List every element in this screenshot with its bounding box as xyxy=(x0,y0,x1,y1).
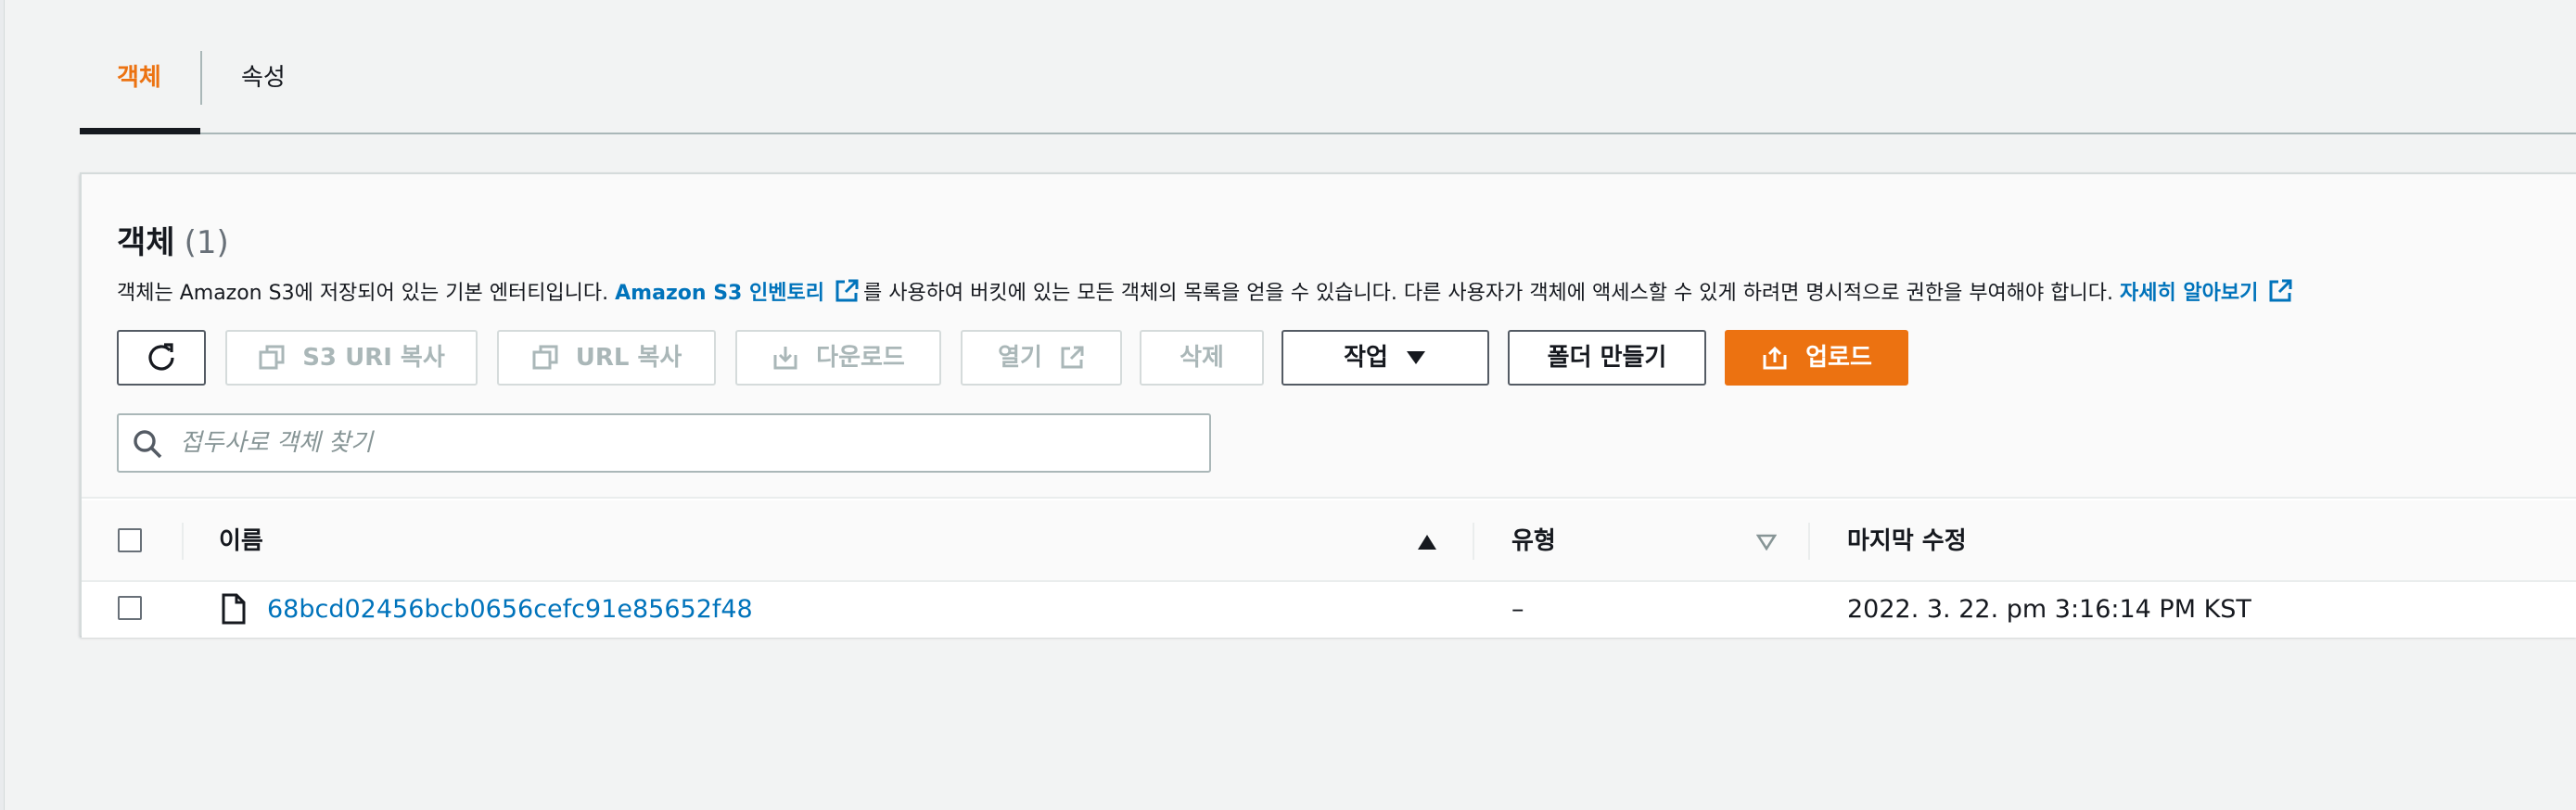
caret-down-icon xyxy=(1406,351,1425,364)
objects-heading: 객체 (1) xyxy=(117,217,229,262)
tab-properties[interactable]: 속성 xyxy=(241,57,286,98)
search-icon xyxy=(134,430,162,459)
column-divider xyxy=(1808,523,1810,560)
external-link-icon xyxy=(2269,279,2292,302)
column-header-name[interactable]: 이름 xyxy=(219,523,263,560)
objects-table-header: 이름 유형 마지막 수정 xyxy=(82,500,2576,582)
actions-label: 작업 xyxy=(1344,344,1388,372)
s3-bucket-page: 객체 속성 객체 (1) 객체는 Amazon S3에 저장되어 있는 기본 엔터… xyxy=(0,0,2576,810)
column-header-last-modified[interactable]: 마지막 수정 xyxy=(1847,523,1967,560)
open-button[interactable]: 열기 xyxy=(961,330,1122,386)
column-header-type[interactable]: 유형 xyxy=(1511,523,1556,560)
refresh-button[interactable] xyxy=(117,330,206,386)
left-panel-edge xyxy=(0,0,5,810)
actions-dropdown-button[interactable]: 작업 xyxy=(1282,330,1489,386)
delete-label: 삭제 xyxy=(1180,344,1224,372)
active-tab-indicator xyxy=(80,128,200,134)
column-divider xyxy=(1473,523,1474,560)
sort-icon[interactable] xyxy=(1756,534,1777,551)
upload-label: 업로드 xyxy=(1805,344,1872,372)
create-folder-button[interactable]: 폴더 만들기 xyxy=(1508,330,1706,386)
copy-s3-uri-label: S3 URI 복사 xyxy=(302,344,445,372)
external-link-icon xyxy=(835,279,859,302)
objects-panel-header: 객체 (1) 객체는 Amazon S3에 저장되어 있는 기본 엔터티입니다. … xyxy=(82,174,2576,499)
row-checkbox[interactable] xyxy=(118,596,142,620)
copy-s3-uri-button[interactable]: S3 URI 복사 xyxy=(225,330,478,386)
object-type: – xyxy=(1511,595,1524,624)
sort-ascending-icon[interactable] xyxy=(1417,534,1437,551)
upload-icon xyxy=(1763,346,1787,370)
inventory-link[interactable]: Amazon S3 인벤토리 xyxy=(615,279,863,305)
objects-description: 객체는 Amazon S3에 저장되어 있는 기본 엔터티입니다. Amazon… xyxy=(117,278,2297,308)
object-last-modified: 2022. 3. 22. pm 3:16:14 PM KST xyxy=(1847,595,2251,624)
open-label: 열기 xyxy=(998,344,1042,372)
column-divider xyxy=(182,523,184,560)
copy-icon xyxy=(532,345,558,370)
download-label: 다운로드 xyxy=(816,344,905,372)
inventory-link-label: Amazon S3 인벤토리 xyxy=(615,282,824,305)
refresh-icon xyxy=(148,343,174,371)
copy-url-button[interactable]: URL 복사 xyxy=(497,330,716,386)
learn-more-label: 자세히 알아보기 xyxy=(2119,282,2259,305)
file-icon xyxy=(222,593,246,625)
object-name-link[interactable]: 68bcd02456bcb0656cefc91e85652f48 xyxy=(267,593,753,626)
download-button[interactable]: 다운로드 xyxy=(735,330,941,386)
object-search-box xyxy=(117,413,1211,473)
copy-url-label: URL 복사 xyxy=(575,344,682,372)
tab-objects[interactable]: 객체 xyxy=(117,57,161,98)
create-folder-label: 폴더 만들기 xyxy=(1547,344,1667,372)
description-text-2: 를 사용하여 버킷에 있는 모든 객체의 목록을 얻을 수 있습니다. 다른 사… xyxy=(862,282,2120,305)
tab-bar-baseline xyxy=(80,133,2576,134)
tab-divider xyxy=(200,51,202,105)
objects-heading-title: 객체 xyxy=(117,224,175,261)
tab-bar: 객체 속성 xyxy=(80,0,2576,135)
select-all-checkbox[interactable] xyxy=(118,528,142,552)
objects-panel: 객체 (1) 객체는 Amazon S3에 저장되어 있는 기본 엔터티입니다. … xyxy=(80,172,2576,638)
upload-button[interactable]: 업로드 xyxy=(1725,330,1908,386)
download-icon xyxy=(773,347,797,370)
learn-more-link[interactable]: 자세히 알아보기 xyxy=(2119,279,2297,305)
copy-icon xyxy=(259,345,285,370)
description-text-1: 객체는 Amazon S3에 저장되어 있는 기본 엔터티입니다. xyxy=(117,282,616,305)
objects-count: (1) xyxy=(184,224,229,261)
delete-button[interactable]: 삭제 xyxy=(1140,330,1264,386)
table-row[interactable]: 68bcd02456bcb0656cefc91e85652f48 – 2022.… xyxy=(82,582,2576,638)
external-link-icon xyxy=(1061,346,1084,369)
object-search-input[interactable] xyxy=(180,423,1191,463)
